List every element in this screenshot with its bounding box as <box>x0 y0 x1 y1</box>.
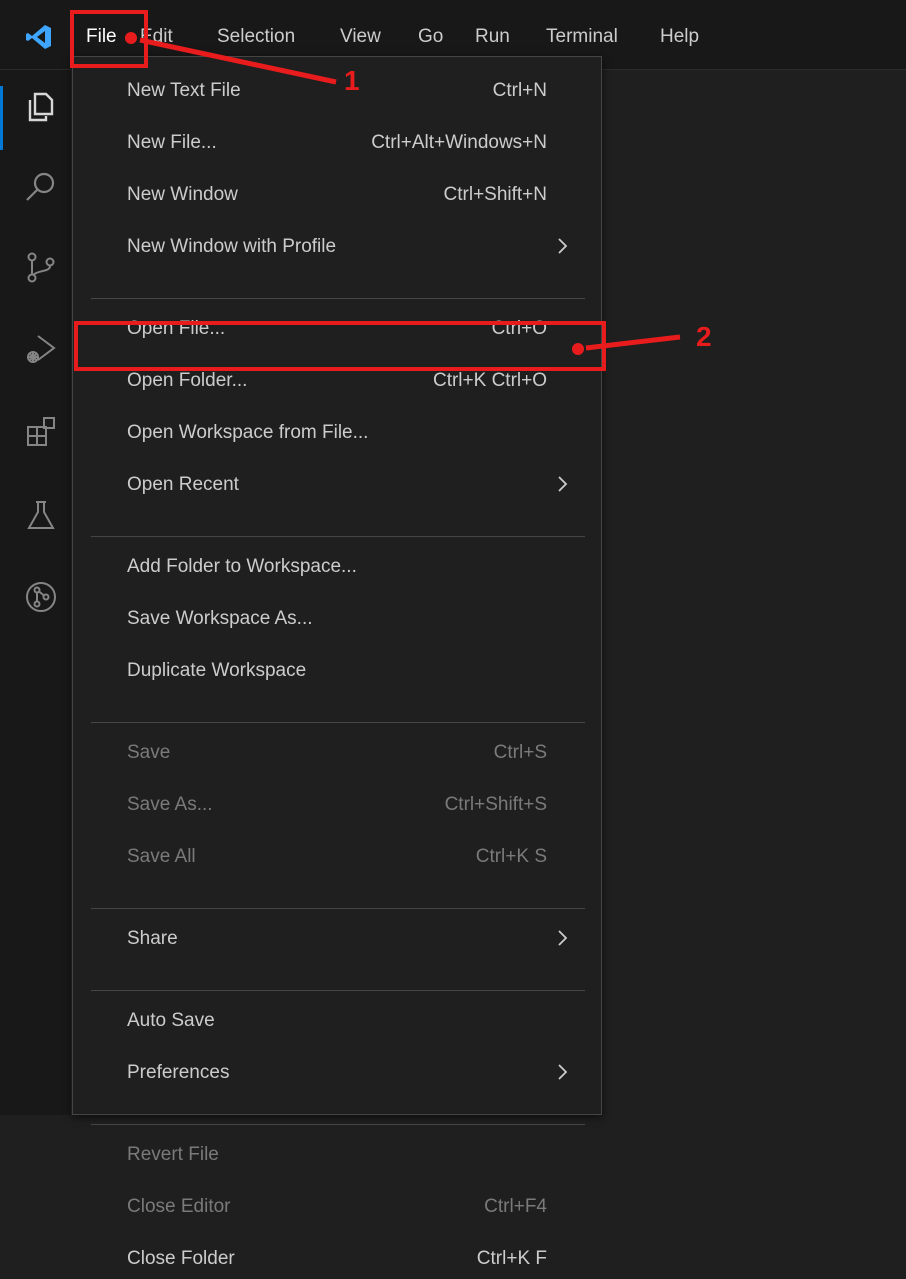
annotation-arrows <box>125 32 681 355</box>
menu-item-shortcut: Ctrl+F4 <box>484 1196 547 1217</box>
menu-item-label: Revert File <box>127 1144 219 1165</box>
menu-item-close-folder[interactable]: Close Folder Ctrl+K F <box>73 1239 601 1279</box>
menu-item-revert-file[interactable]: Revert File <box>73 1135 601 1175</box>
annotation-step-2: 2 <box>696 321 712 352</box>
menu-item-shortcut: Ctrl+K F <box>476 1248 547 1269</box>
menu-item-label: Close Folder <box>127 1248 235 1269</box>
annotation-step-1: 1 <box>344 65 360 96</box>
menu-separator <box>91 1124 585 1125</box>
menu-item-close-editor[interactable]: Close Editor Ctrl+F4 <box>73 1187 601 1227</box>
menu-item-label: Close Editor <box>127 1196 231 1217</box>
